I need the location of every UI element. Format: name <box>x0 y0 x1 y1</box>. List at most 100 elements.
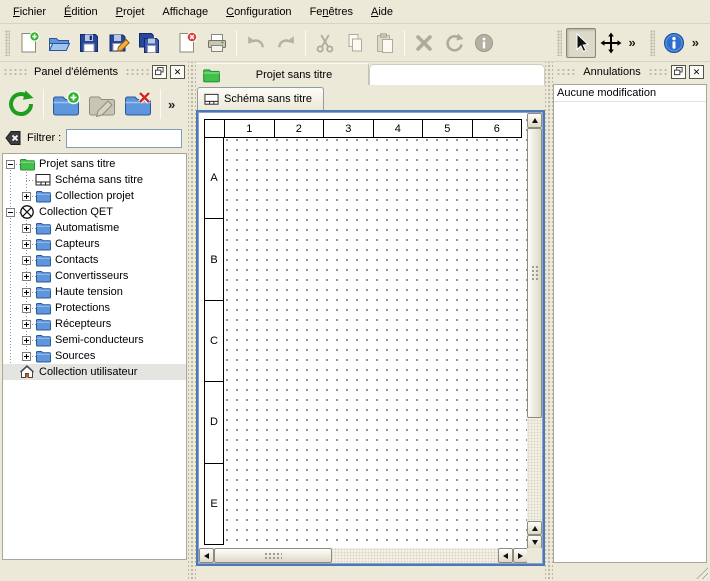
folder-new-button[interactable] <box>48 85 84 123</box>
undo-panel-titlebar[interactable]: Annulations ✕ <box>553 62 707 82</box>
rotate-button[interactable] <box>439 28 469 58</box>
print-button[interactable] <box>202 28 232 58</box>
menu-item-affichage[interactable]: Affichage <box>153 2 217 22</box>
tree-item-re-cepteurs[interactable]: Récepteurs <box>3 316 186 332</box>
tree-item-automatisme[interactable]: Automatisme <box>3 220 186 236</box>
tree-item-sources[interactable]: Sources <box>3 348 186 364</box>
scroll-left-button-2[interactable] <box>498 548 513 563</box>
tree-expander[interactable] <box>22 192 31 201</box>
scrollbar-corner <box>527 548 542 563</box>
menu-item-aide[interactable]: Aide <box>362 2 402 22</box>
tree-item-label: Contacts <box>55 254 98 266</box>
tree-item-capteurs[interactable]: Capteurs <box>3 236 186 252</box>
elements-panel-titlebar[interactable]: Panel d'éléments ✕ <box>0 62 188 82</box>
save-all-button[interactable] <box>134 28 164 58</box>
menu-item-edition[interactable]: Édition <box>55 2 107 22</box>
tree-expander[interactable] <box>22 256 31 265</box>
filter-row: Filtrer : <box>0 126 188 152</box>
toolbar-overflow-button[interactable]: » <box>165 97 178 112</box>
toolbar-grip[interactable] <box>557 30 562 56</box>
tree-item-convertisseurs[interactable]: Convertisseurs <box>3 268 186 284</box>
redo-button[interactable] <box>271 28 301 58</box>
tree-expander[interactable] <box>22 224 31 233</box>
undo-button[interactable] <box>241 28 271 58</box>
folder-green-icon <box>19 156 35 172</box>
tree-item-collection-projet[interactable]: Collection projet <box>3 188 186 204</box>
right-splitter[interactable] <box>545 62 553 581</box>
scroll-right-button[interactable] <box>513 548 528 563</box>
toolbar-overflow-button[interactable]: » <box>689 35 702 50</box>
save-as-button[interactable] <box>104 28 134 58</box>
left-splitter[interactable] <box>188 62 196 581</box>
window-resize-grip[interactable] <box>695 566 708 579</box>
copy-button[interactable] <box>340 28 370 58</box>
folder-blue-icon <box>35 300 51 316</box>
undo-panel: Annulations ✕ Aucune modification <box>553 62 710 581</box>
main-toolbar: » » <box>0 24 710 62</box>
open-project-button[interactable] <box>44 28 74 58</box>
tree-item-semi-conducteurs[interactable]: Semi-conducteurs <box>3 332 186 348</box>
undo-icon <box>244 31 268 55</box>
tree-expander[interactable] <box>22 272 31 281</box>
cut-button[interactable] <box>310 28 340 58</box>
menu-item-configuration[interactable]: Configuration <box>217 2 300 22</box>
tree-item-collection-qet[interactable]: Collection QET <box>3 204 186 220</box>
right-arrow-icon <box>518 553 523 559</box>
close-document-button[interactable] <box>172 28 202 58</box>
reload-button[interactable] <box>3 85 39 123</box>
float-panel-button[interactable] <box>671 65 686 79</box>
tree-expander[interactable] <box>22 320 31 329</box>
toolbar-grip[interactable] <box>5 30 10 56</box>
scroll-up-button[interactable] <box>527 113 542 128</box>
tree-item-projet-sans-titre[interactable]: Projet sans titre <box>3 156 186 172</box>
tree-expander[interactable] <box>22 304 31 313</box>
horizontal-scroll-thumb[interactable] <box>214 548 332 563</box>
tree-expander[interactable] <box>22 288 31 297</box>
move-button[interactable] <box>596 28 626 58</box>
tree-item-protections[interactable]: Protections <box>3 300 186 316</box>
vertical-scroll-thumb[interactable] <box>527 128 542 418</box>
delete-button[interactable] <box>409 28 439 58</box>
toolbar-overflow-button[interactable]: » <box>626 35 639 50</box>
schema-canvas[interactable]: 123456 ABCDE <box>199 113 528 550</box>
properties-button[interactable] <box>469 28 499 58</box>
scroll-down-button[interactable] <box>527 535 542 549</box>
tree-expander[interactable] <box>6 208 15 217</box>
filter-input[interactable] <box>66 129 182 148</box>
clear-filter-button[interactable] <box>4 129 22 147</box>
toolbar-grip[interactable] <box>650 30 655 56</box>
menu-item-projet[interactable]: Projet <box>107 2 154 22</box>
tree-item-sche-ma-sans-titre[interactable]: Schéma sans titre <box>3 172 186 188</box>
float-icon <box>155 67 164 76</box>
tree-expander[interactable] <box>22 352 31 361</box>
scroll-left-button[interactable] <box>199 548 214 563</box>
menu-item-fichier[interactable]: Fichier <box>4 2 55 22</box>
undo-panel-title: Annulations <box>579 66 645 78</box>
tree-expander[interactable] <box>22 336 31 345</box>
tree-expander[interactable] <box>6 160 15 169</box>
toolbar-separator <box>43 89 44 119</box>
folder-delete-button[interactable] <box>120 85 156 123</box>
tree-item-collection-utilisateur[interactable]: Collection utilisateur <box>3 364 186 380</box>
save-button[interactable] <box>74 28 104 58</box>
horizontal-scroll-track[interactable] <box>332 548 498 563</box>
tree-item-contacts[interactable]: Contacts <box>3 252 186 268</box>
float-panel-button[interactable] <box>152 65 167 79</box>
close-panel-button[interactable]: ✕ <box>170 65 185 79</box>
close-panel-button[interactable]: ✕ <box>689 65 704 79</box>
schema-tab[interactable]: Schéma sans titre <box>197 87 324 110</box>
folder-edit-button[interactable] <box>84 85 120 123</box>
new-document-button[interactable] <box>14 28 44 58</box>
vertical-scroll-track[interactable] <box>527 418 542 521</box>
undo-list-item[interactable]: Aucune modification <box>554 85 706 102</box>
menu-item-fenetres[interactable]: Fenêtres <box>301 2 362 22</box>
tree-expander[interactable] <box>22 240 31 249</box>
paste-button[interactable] <box>370 28 400 58</box>
filter-label: Filtrer : <box>27 132 61 144</box>
about-button[interactable] <box>659 28 689 58</box>
scroll-up-button-2[interactable] <box>527 521 542 535</box>
project-tab[interactable]: Projet sans titre <box>196 63 369 85</box>
elements-panel: Panel d'éléments ✕ » Filtrer : Projet sa… <box>0 62 188 581</box>
tree-item-haute-tension[interactable]: Haute tension <box>3 284 186 300</box>
select-button[interactable] <box>566 28 596 58</box>
